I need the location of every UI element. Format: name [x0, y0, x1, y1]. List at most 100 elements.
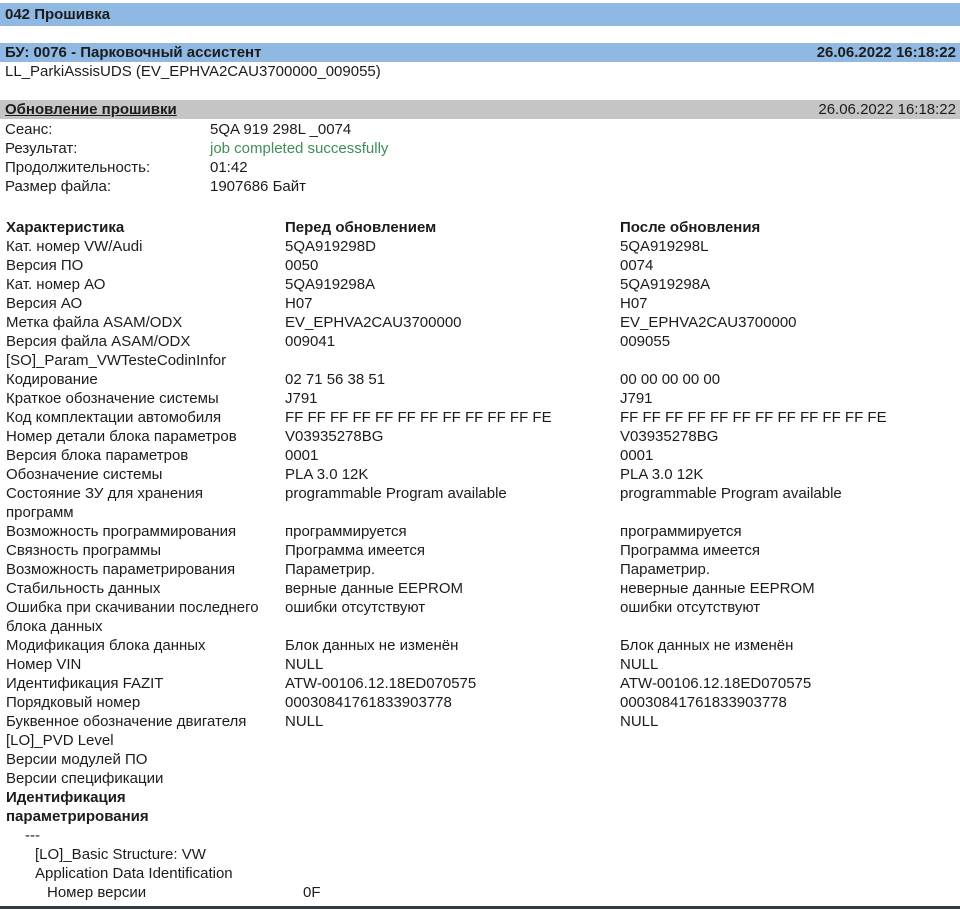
table-row: Версия ПО 0050 0074 — [0, 256, 960, 275]
table-row: Идентификация параметрирования — [0, 788, 960, 826]
row-after-value: EV_EPHVA2CAU3700000 — [620, 314, 797, 331]
table-row: Возможность программирования программируе… — [0, 522, 960, 541]
table-row: Кат. номер VW/Audi 5QA919298D 5QA919298L — [0, 237, 960, 256]
row-before-value: NULL — [285, 713, 324, 730]
row-after-value — [620, 788, 960, 826]
row-before-value — [285, 864, 620, 883]
row-before-value: Параметрир. — [285, 561, 376, 578]
row-characteristic: Идентификация параметрирования — [6, 789, 149, 825]
row-before-value: ошибки отсутствуют — [285, 599, 426, 616]
row-characteristic: [SO]_Param_VWTesteCodinInfor — [6, 352, 227, 369]
summary-row: Размер файла: 1907686 Байт — [0, 177, 960, 196]
row-after-value: 0074 — [620, 257, 654, 274]
table-row: Буквенное обозначение двигателя NULL NULL — [0, 712, 960, 731]
summary-label: Результат: — [5, 140, 78, 157]
row-characteristic: Метка файла ASAM/ODX — [6, 314, 183, 331]
table-row: Связность программы Программа имеется Прог… — [0, 541, 960, 560]
summary-row: Сеанс: 5QA 919 298L _0074 — [0, 120, 960, 139]
row-after-value — [620, 750, 960, 769]
row-characteristic: Номер VIN — [6, 656, 82, 673]
row-characteristic: Версии модулей ПО — [6, 751, 148, 768]
row-characteristic: Ошибка при скачивании последнего блока д… — [6, 599, 259, 635]
row-characteristic: Номер детали блока параметров — [6, 428, 237, 445]
row-after-value — [620, 826, 960, 845]
row-before-value: Программа имеется — [285, 542, 425, 559]
table-row: Кодирование 02 71 56 38 51 00 00 00 00 00 — [0, 370, 960, 389]
row-before-value — [285, 845, 620, 864]
row-characteristic: Идентификация FAZIT — [6, 675, 164, 692]
table-row: Номер VIN NULL NULL — [0, 655, 960, 674]
row-after-value: H07 — [620, 295, 648, 312]
row-characteristic: [LO]_Basic Structure: VW — [35, 846, 206, 863]
row-before-value — [285, 769, 620, 788]
next-section-divider — [0, 906, 960, 909]
row-before-value: NULL — [285, 656, 324, 673]
row-characteristic: Порядковый номер — [6, 694, 141, 711]
row-characteristic: Версия файла ASAM/ODX — [6, 333, 191, 350]
ecu-timestamp: 26.06.2022 16:18:22 — [816, 44, 956, 61]
table-row: Версия блока параметров 0001 0001 — [0, 446, 960, 465]
table-row: Порядковый номер 00030841761833903778 0003… — [0, 693, 960, 712]
row-characteristic: Кат. номер VW/Audi — [6, 238, 143, 255]
row-characteristic: Версия ПО — [6, 257, 84, 274]
row-characteristic: Буквенное обозначение двигателя — [6, 713, 247, 730]
summary-value: 01:42 — [210, 159, 248, 176]
summary-value: 1907686 Байт — [210, 178, 306, 195]
table-row: Application Data Identification — [0, 864, 960, 883]
row-before-value: программируется — [285, 523, 407, 540]
table-row: Версия АО H07 H07 — [0, 294, 960, 313]
row-after-value: 00030841761833903778 — [620, 694, 787, 711]
table-row: --- — [0, 826, 960, 845]
row-before-value: ATW-00106.12.18ED070575 — [285, 675, 477, 692]
row-before-value — [285, 750, 620, 769]
comparison-table: Характеристика Перед обновлением После о… — [0, 218, 960, 902]
row-characteristic: Кодирование — [6, 371, 98, 388]
row-after-value: ATW-00106.12.18ED070575 — [620, 675, 812, 692]
row-after-value: ошибки отсутствуют — [620, 599, 761, 616]
table-header-row: Характеристика Перед обновлением После о… — [0, 218, 960, 237]
row-after-value — [620, 883, 960, 902]
row-after-value — [620, 845, 960, 864]
row-before-value: FF FF FF FF FF FF FF FF FF FF FF FE — [285, 409, 552, 426]
summary-result-value: job completed successfully — [210, 140, 389, 157]
report-title: 042 Прошивка — [5, 6, 111, 23]
row-after-value: NULL — [620, 713, 659, 730]
table-row: Версия файла ASAM/ODX 009041 009055 — [0, 332, 960, 351]
column-header-characteristic: Характеристика — [6, 219, 125, 236]
row-before-value: 0050 — [285, 257, 319, 274]
row-before-value: 009041 — [285, 333, 336, 350]
row-before-value: 0F — [303, 884, 321, 901]
row-after-value: Параметрир. — [620, 561, 711, 578]
column-header-after: После обновления — [620, 219, 761, 236]
table-row: Версии спецификации — [0, 769, 960, 788]
row-characteristic: Application Data Identification — [35, 865, 233, 882]
ecu-subtitle: LL_ParkiAssisUDS (EV_EPHVA2CAU3700000_00… — [5, 63, 381, 80]
row-characteristic: Состояние ЗУ для хранения программ — [6, 485, 203, 521]
summary-value: 5QA 919 298L _0074 — [210, 121, 352, 138]
row-after-value: 5QA919298L — [620, 238, 709, 255]
row-characteristic: --- — [25, 827, 40, 844]
summary-label: Размер файла: — [5, 178, 112, 195]
summary-row: Результат: job completed successfully — [0, 139, 960, 158]
summary-label: Продолжительность: — [5, 159, 151, 176]
row-characteristic: Возможность программирования — [6, 523, 237, 540]
row-before-value: PLA 3.0 12K — [285, 466, 369, 483]
row-after-value: PLA 3.0 12K — [620, 466, 704, 483]
table-row: Номер детали блока параметров V03935278BG… — [0, 427, 960, 446]
row-characteristic: Версии спецификации — [6, 770, 164, 787]
row-after-value: Программа имеется — [620, 542, 760, 559]
row-after-value: программируется — [620, 523, 742, 540]
row-characteristic: Версия АО — [6, 295, 83, 312]
row-before-value: верные данные EEPROM — [285, 580, 464, 597]
summary-row: Продолжительность: 01:42 — [0, 158, 960, 177]
row-after-value — [620, 864, 960, 883]
ecu-header-bar: БУ: 0076 - Парковочный ассистент 26.06.2… — [0, 43, 960, 62]
row-characteristic: Краткое обозначение системы — [6, 390, 219, 407]
row-after-value — [620, 769, 960, 788]
row-before-value: 0001 — [285, 447, 319, 464]
table-body: Кат. номер VW/Audi 5QA919298D 5QA919298L Ве… — [0, 237, 960, 902]
summary-label: Сеанс: — [5, 121, 53, 138]
table-row: Краткое обозначение системы J791 J791 — [0, 389, 960, 408]
table-row: Метка файла ASAM/ODX EV_EPHVA2CAU3700000 E… — [0, 313, 960, 332]
row-characteristic: Возможность параметрирования — [6, 561, 236, 578]
